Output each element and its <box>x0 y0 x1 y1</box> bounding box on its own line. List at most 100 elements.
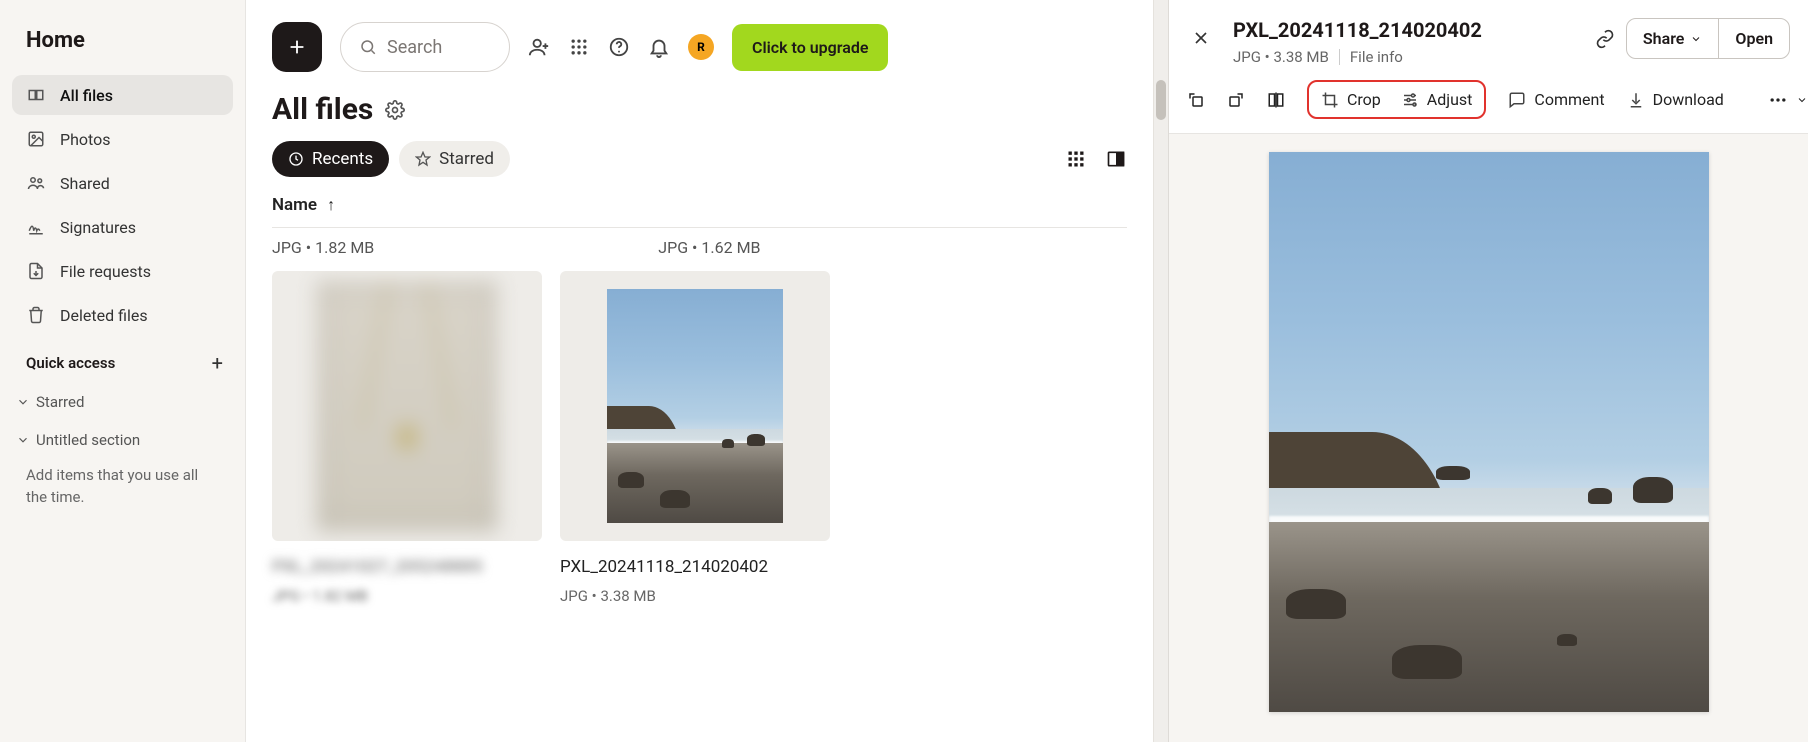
avatar[interactable]: R <box>688 34 714 60</box>
sidebar-item-all-files[interactable]: All files <box>12 75 233 115</box>
sidebar-item-shared[interactable]: Shared <box>12 163 233 203</box>
sidebar-item-file-requests[interactable]: File requests <box>12 251 233 291</box>
folder-icon <box>26 85 46 105</box>
panel-view-icon[interactable] <box>1105 148 1127 170</box>
chip-label: Starred <box>439 149 494 169</box>
close-button[interactable] <box>1187 24 1215 52</box>
people-icon <box>26 173 46 193</box>
column-label: Name <box>272 195 317 215</box>
search-input[interactable]: Search <box>340 22 510 72</box>
sidebar-item-label: Shared <box>60 174 110 193</box>
quick-access-header: Quick access + <box>12 339 233 381</box>
file-thumbnail <box>272 271 542 541</box>
search-icon <box>359 38 377 56</box>
create-button[interactable] <box>272 22 322 72</box>
page-title: All files <box>272 92 373 127</box>
chevron-down-icon <box>16 395 30 409</box>
page-heading-row: All files <box>246 82 1153 141</box>
file-name: PXL_20241027_205248885 <box>272 551 542 577</box>
invite-icon[interactable] <box>528 36 550 58</box>
open-button[interactable]: Open <box>1718 19 1789 58</box>
preview-meta: JPG • 3.38 MB <box>1233 48 1329 66</box>
preview-title: PXL_20241118_214020402 <box>1233 18 1576 42</box>
chip-recents[interactable]: Recents <box>272 141 389 177</box>
apps-icon[interactable] <box>568 36 590 58</box>
file-meta: JPG • 1.82 MB <box>272 238 374 257</box>
close-icon <box>1191 28 1211 48</box>
sidebar-item-label: All files <box>60 86 113 105</box>
plus-icon[interactable]: + <box>212 351 223 375</box>
sort-arrow-up-icon: ↑ <box>327 195 335 215</box>
main-content: Search R Click to upgrade All files Rece… <box>246 0 1153 742</box>
preview-panel: PXL_20241118_214020402 JPG • 3.38 MB Fil… <box>1168 0 1808 742</box>
star-icon <box>415 151 431 167</box>
clock-icon <box>288 151 304 167</box>
plus-icon <box>286 36 308 58</box>
starred-section[interactable]: Starred <box>12 385 233 419</box>
prev-row-meta: JPG • 1.82 MB JPG • 1.62 MB <box>246 238 1153 271</box>
divider <box>272 227 1127 228</box>
flip-icon[interactable] <box>1267 86 1285 114</box>
quick-access-label: Quick access <box>26 354 115 372</box>
file-meta: JPG • 3.38 MB <box>560 587 830 605</box>
adjust-button[interactable]: Adjust <box>1401 90 1473 109</box>
chevron-down-icon <box>1796 94 1808 106</box>
help-icon[interactable] <box>608 36 630 58</box>
upgrade-button[interactable]: Click to upgrade <box>732 24 888 71</box>
home-link[interactable]: Home <box>12 24 233 71</box>
share-open-group: Share Open <box>1626 18 1790 59</box>
chevron-down-icon <box>16 433 30 447</box>
untitled-section[interactable]: Untitled section <box>12 423 233 457</box>
button-label: Download <box>1653 90 1724 109</box>
preview-image <box>1269 152 1709 712</box>
chevron-down-icon <box>1690 33 1702 45</box>
file-meta: JPG • 1.62 MB <box>658 238 760 257</box>
preview-viewport <box>1169 134 1808 742</box>
chip-starred[interactable]: Starred <box>399 141 510 177</box>
download-icon <box>1627 91 1645 109</box>
download-button[interactable]: Download <box>1627 90 1724 109</box>
sidebar-item-deleted[interactable]: Deleted files <box>12 295 233 335</box>
copy-link-icon[interactable] <box>1594 28 1616 50</box>
photo-icon <box>26 129 46 149</box>
comment-button[interactable]: Comment <box>1508 90 1604 109</box>
file-info-link[interactable]: File info <box>1350 48 1403 66</box>
file-meta: JPG • 1.82 MB <box>272 587 542 605</box>
filter-row: Recents Starred <box>246 141 1153 185</box>
button-label: Adjust <box>1427 90 1473 109</box>
preview-header: PXL_20241118_214020402 JPG • 3.38 MB Fil… <box>1169 0 1808 76</box>
gear-icon[interactable] <box>385 100 405 120</box>
file-grid: PXL_20241027_205248885 JPG • 1.82 MB PXL… <box>246 271 1153 605</box>
sidebar-item-signatures[interactable]: Signatures <box>12 207 233 247</box>
section-label: Untitled section <box>36 431 140 449</box>
sidebar-item-label: File requests <box>60 262 151 281</box>
button-label: Comment <box>1534 90 1604 109</box>
sidebar-item-label: Photos <box>60 130 111 149</box>
button-label: Crop <box>1347 90 1381 109</box>
button-label: Open <box>1735 29 1773 48</box>
scrollbar-thumb[interactable] <box>1156 80 1166 120</box>
more-menu[interactable] <box>1768 90 1808 110</box>
comment-icon <box>1508 91 1526 109</box>
bell-icon[interactable] <box>648 36 670 58</box>
rotate-left-icon[interactable] <box>1187 86 1205 114</box>
share-button[interactable]: Share <box>1627 19 1719 58</box>
grid-view-icon[interactable] <box>1065 148 1087 170</box>
top-bar: Search R Click to upgrade <box>246 0 1153 82</box>
file-request-icon <box>26 261 46 281</box>
highlighted-tools: Crop Adjust <box>1307 80 1486 119</box>
file-thumbnail <box>560 271 830 541</box>
rotate-right-icon[interactable] <box>1227 86 1245 114</box>
preview-toolbar: Crop Adjust Comment Download <box>1169 76 1808 134</box>
crop-button[interactable]: Crop <box>1321 90 1381 109</box>
crop-icon <box>1321 91 1339 109</box>
sidebar-item-photos[interactable]: Photos <box>12 119 233 159</box>
trash-icon <box>26 305 46 325</box>
sidebar: Home All files Photos Shared Signatures … <box>0 0 246 742</box>
file-card[interactable]: PXL_20241118_214020402 JPG • 3.38 MB <box>560 271 830 605</box>
sidebar-item-label: Signatures <box>60 218 136 237</box>
ellipsis-icon <box>1768 90 1788 110</box>
scrollbar[interactable] <box>1153 0 1168 742</box>
file-card[interactable]: PXL_20241027_205248885 JPG • 1.82 MB <box>272 271 542 605</box>
column-header-name[interactable]: Name ↑ <box>246 185 1153 225</box>
